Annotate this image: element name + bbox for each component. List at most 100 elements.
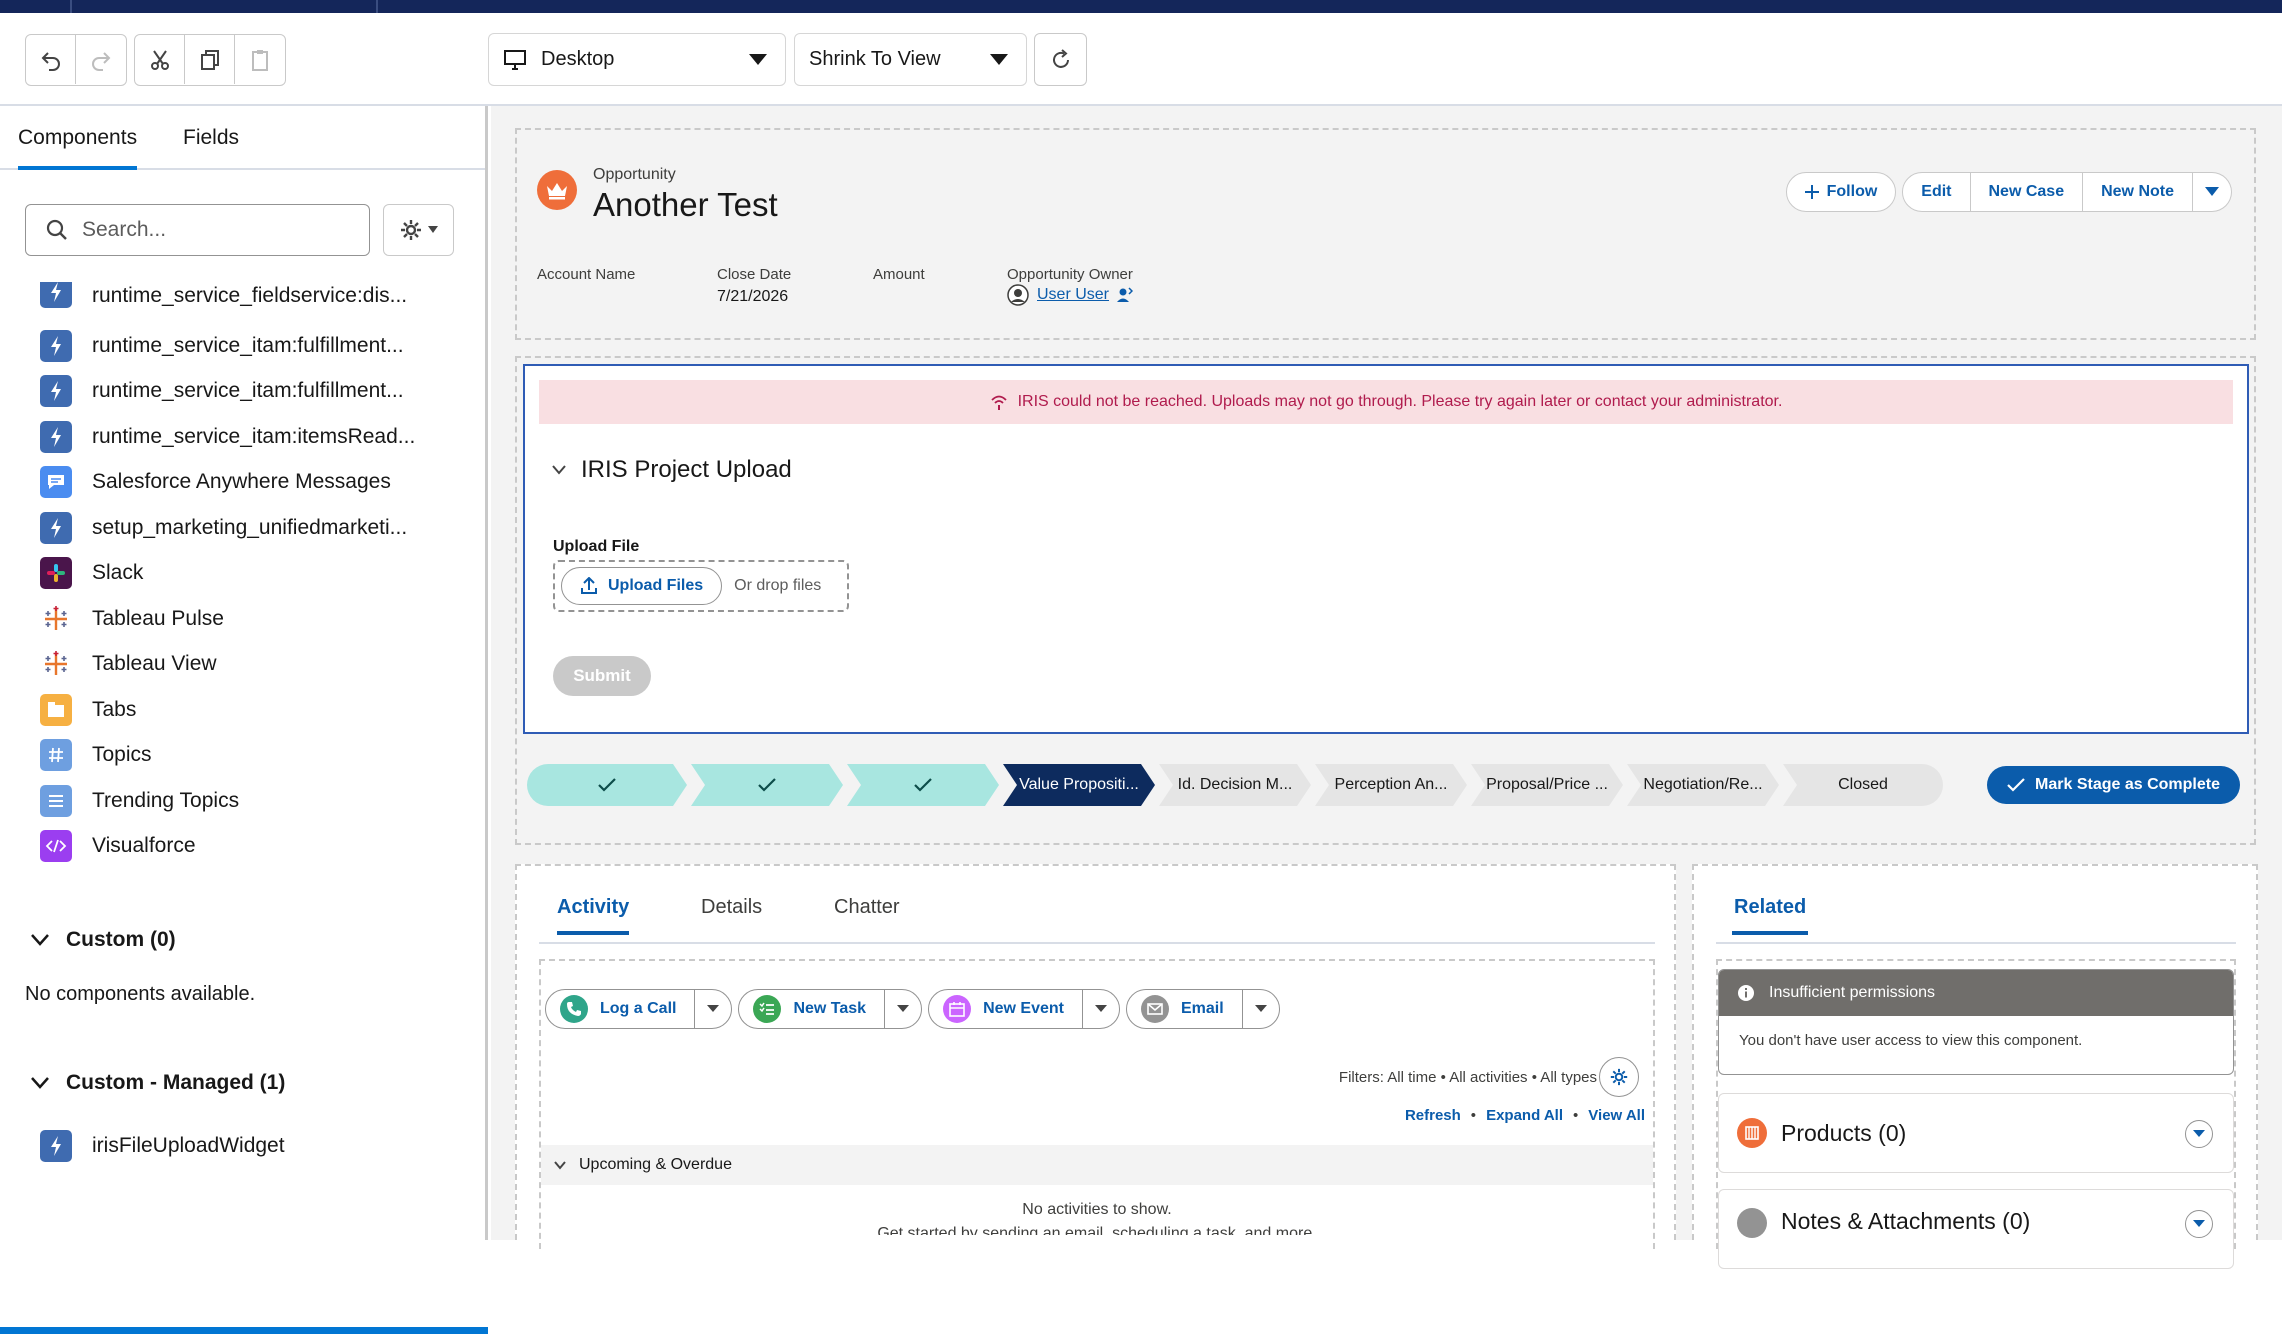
undo-button[interactable] bbox=[26, 35, 76, 84]
refresh-link[interactable]: Refresh bbox=[1405, 1107, 1461, 1124]
upload-files-button[interactable]: Upload Files bbox=[561, 567, 723, 605]
top-bar-divider bbox=[376, 0, 378, 13]
file-dropzone[interactable]: Upload Files Or drop files bbox=[553, 560, 849, 612]
path-stage[interactable] bbox=[847, 764, 999, 806]
path-stage[interactable]: Closed bbox=[1783, 764, 1943, 806]
edit-button[interactable]: Edit bbox=[1902, 172, 1971, 212]
component-item[interactable]: Tabs bbox=[40, 692, 136, 728]
path-stage[interactable] bbox=[527, 764, 687, 806]
component-item-iris-widget[interactable]: irisFileUploadWidget bbox=[40, 1128, 285, 1164]
component-item[interactable]: Salesforce Anywhere Messages bbox=[40, 464, 391, 500]
lightning-icon bbox=[40, 511, 72, 544]
lightning-icon bbox=[40, 282, 72, 308]
device-select-value: Desktop bbox=[541, 48, 615, 70]
component-label: setup_marketing_unifiedmarketi... bbox=[92, 515, 408, 539]
managed-section-header[interactable]: Custom - Managed (1) bbox=[30, 1071, 285, 1095]
refresh-button[interactable] bbox=[1034, 33, 1087, 86]
path-stage[interactable]: Perception An... bbox=[1315, 764, 1467, 806]
copy-button[interactable] bbox=[185, 35, 235, 84]
redo-button[interactable] bbox=[76, 35, 126, 84]
mark-stage-label: Mark Stage as Complete bbox=[2035, 776, 2220, 793]
submit-button[interactable]: Submit bbox=[553, 656, 651, 696]
expand-all-link[interactable]: Expand All bbox=[1486, 1107, 1563, 1124]
search-input[interactable]: Search... bbox=[25, 204, 370, 256]
component-item[interactable]: runtime_service_itam:itemsRead... bbox=[40, 419, 415, 455]
tab-activity[interactable]: Activity bbox=[557, 896, 630, 935]
tab-components[interactable]: Components bbox=[18, 126, 138, 170]
component-item[interactable]: Tableau Pulse bbox=[40, 601, 224, 637]
new-event-button[interactable]: New Event bbox=[928, 989, 1120, 1029]
chevron-down-icon bbox=[897, 1005, 910, 1012]
notes-menu-button[interactable] bbox=[2185, 1210, 2213, 1238]
path-stage[interactable]: Proposal/Price ... bbox=[1471, 764, 1623, 806]
tab-details[interactable]: Details bbox=[701, 896, 762, 919]
component-item[interactable]: setup_marketing_unifiedmarketi... bbox=[40, 510, 407, 546]
insufficient-permissions-card: Insufficient permissions You don't have … bbox=[1718, 969, 2234, 1075]
custom-section-header[interactable]: Custom (0) bbox=[30, 928, 176, 952]
chevron-down-icon bbox=[1254, 1005, 1267, 1012]
component-label: Topics bbox=[92, 743, 152, 766]
tab-related[interactable]: Related bbox=[1732, 896, 1809, 935]
path-stage[interactable]: Negotiation/Re... bbox=[1627, 764, 1779, 806]
device-select[interactable]: Desktop bbox=[488, 33, 786, 86]
copy-icon bbox=[200, 49, 219, 70]
permissions-header: Insufficient permissions bbox=[1719, 970, 2233, 1016]
component-item[interactable]: Slack bbox=[40, 555, 143, 591]
component-item[interactable]: Tableau View bbox=[40, 646, 217, 682]
email-dropdown[interactable] bbox=[1243, 1005, 1279, 1013]
owner-link[interactable]: User User bbox=[1037, 286, 1109, 304]
view-select[interactable]: Shrink To View bbox=[794, 33, 1027, 86]
log-call-button[interactable]: Log a Call bbox=[545, 989, 733, 1029]
products-menu-button[interactable] bbox=[2185, 1120, 2213, 1148]
component-item[interactable]: runtime_service_itam:fulfillment... bbox=[40, 373, 404, 409]
tabs-icon bbox=[40, 693, 72, 726]
email-button[interactable]: Email bbox=[1126, 989, 1280, 1029]
notes-attachments-related-list[interactable]: Notes & Attachments (0) bbox=[1718, 1189, 2234, 1269]
scissors-icon bbox=[150, 49, 169, 70]
owner-label: Opportunity Owner bbox=[1007, 266, 1133, 283]
more-actions-button[interactable] bbox=[2193, 172, 2232, 212]
component-label: Tableau Pulse bbox=[92, 606, 224, 630]
lightning-icon bbox=[40, 329, 72, 362]
upload-icon bbox=[581, 577, 597, 594]
undo-redo-group bbox=[25, 34, 127, 86]
view-all-link[interactable]: View All bbox=[1588, 1107, 1645, 1124]
tab-fields[interactable]: Fields bbox=[183, 126, 239, 150]
path-stage[interactable]: Id. Decision M... bbox=[1159, 764, 1311, 806]
new-case-button[interactable]: New Case bbox=[1970, 172, 2084, 212]
follow-button[interactable]: Follow bbox=[1785, 172, 1897, 212]
new-task-button[interactable]: New Task bbox=[738, 989, 923, 1029]
record-header[interactable]: Opportunity Another Test Follow Edit New… bbox=[515, 128, 2256, 340]
paste-button[interactable] bbox=[235, 35, 285, 84]
cut-button[interactable] bbox=[135, 35, 185, 84]
widget-title[interactable]: IRIS Project Upload bbox=[551, 456, 792, 484]
builder-toolbar: Desktop Shrink To View bbox=[0, 13, 2282, 106]
component-item[interactable]: Topics bbox=[40, 737, 152, 773]
component-label: Trending Topics bbox=[92, 788, 240, 812]
link-separator: • bbox=[1573, 1107, 1579, 1124]
mark-stage-complete-button[interactable]: Mark Stage as Complete bbox=[1987, 766, 2240, 804]
panel-tabs: Components Fields bbox=[0, 106, 485, 170]
new-task-dropdown[interactable] bbox=[885, 1005, 921, 1013]
new-task-label: New Task bbox=[793, 1000, 867, 1017]
settings-dropdown-button[interactable] bbox=[383, 204, 454, 256]
products-related-list[interactable]: Products (0) bbox=[1718, 1093, 2234, 1173]
tab-chatter[interactable]: Chatter bbox=[834, 896, 900, 919]
component-item[interactable]: runtime_service_fieldservice:dis... bbox=[40, 282, 407, 308]
new-note-button[interactable]: New Note bbox=[2083, 172, 2193, 212]
new-event-dropdown[interactable] bbox=[1083, 1005, 1119, 1013]
component-item[interactable]: runtime_service_itam:fulfillment... bbox=[40, 328, 404, 364]
iris-upload-widget[interactable]: IRIS could not be reached. Uploads may n… bbox=[523, 364, 2249, 734]
component-label: runtime_service_fieldservice:dis... bbox=[92, 284, 408, 307]
list-icon bbox=[40, 784, 72, 817]
component-item[interactable]: Trending Topics bbox=[40, 783, 239, 819]
path-stage[interactable] bbox=[691, 764, 843, 806]
filter-settings-button[interactable] bbox=[1599, 1057, 1639, 1097]
path-stage[interactable]: Value Propositi... bbox=[1003, 764, 1155, 806]
component-item[interactable]: Visualforce bbox=[40, 828, 196, 864]
log-call-dropdown[interactable] bbox=[695, 1005, 731, 1013]
tab-divider bbox=[1716, 942, 2236, 944]
change-owner-icon[interactable] bbox=[1117, 286, 1134, 304]
upcoming-overdue-section[interactable]: Upcoming & Overdue bbox=[541, 1145, 1653, 1185]
hash-icon bbox=[40, 739, 72, 771]
